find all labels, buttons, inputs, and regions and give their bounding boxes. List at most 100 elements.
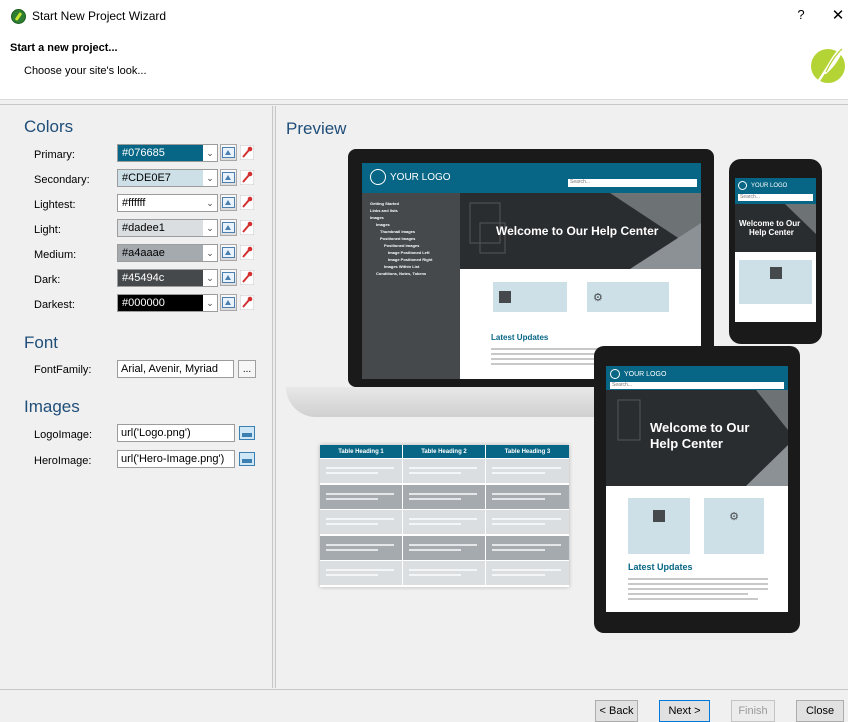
- checkbox-icon: [499, 291, 511, 303]
- site-logo-text: YOUR LOGO: [390, 171, 451, 183]
- body-text-line: [628, 588, 768, 590]
- cell-text-line: [409, 543, 477, 546]
- color-value: #000000: [122, 297, 165, 309]
- site-search: Search...: [568, 179, 697, 187]
- font-family-label: FontFamily:: [34, 364, 92, 376]
- tablet-hero-line-1: Welcome to Our: [650, 420, 750, 435]
- table-heading-2: Table Heading 2: [403, 445, 485, 458]
- eyedropper-icon[interactable]: [239, 219, 255, 236]
- cell-text-line: [409, 518, 477, 520]
- sidebar-link: Getting Started: [370, 201, 399, 206]
- hero-image-browse-icon[interactable]: [238, 450, 256, 468]
- title-bar: Start New Project Wizard ? ✕: [0, 0, 848, 32]
- gears-icon: ⚙: [729, 510, 739, 523]
- finish-button[interactable]: Finish: [731, 700, 775, 722]
- color-palette-icon[interactable]: [220, 269, 237, 286]
- panel-splitter[interactable]: [272, 106, 276, 688]
- table-heading-3: Table Heading 3: [486, 445, 569, 458]
- eyedropper-icon[interactable]: [239, 244, 255, 261]
- sidebar-link: Thumbnail Images: [380, 229, 416, 234]
- phone-logo: YOUR LOGO: [738, 181, 787, 190]
- table-heading-1: Table Heading 1: [320, 445, 402, 458]
- color-palette-icon[interactable]: [220, 294, 237, 311]
- logo-image-field[interactable]: url('Logo.png'): [117, 424, 235, 442]
- table-cell: [486, 510, 569, 534]
- eyedropper-icon[interactable]: [239, 294, 255, 311]
- close-window-button[interactable]: ✕: [830, 6, 846, 24]
- color-palette-icon[interactable]: [220, 144, 237, 161]
- table-cell: [320, 510, 402, 534]
- colors-heading: Colors: [24, 117, 74, 136]
- body-text-line: [628, 578, 768, 580]
- color-label: Secondary:: [34, 174, 90, 186]
- back-button[interactable]: < Back: [595, 700, 638, 722]
- next-button[interactable]: Next >: [659, 700, 710, 722]
- header-title: Start a new project...: [10, 42, 118, 54]
- body-text-line: [491, 363, 601, 365]
- sidebar-link: Links and lists: [370, 208, 398, 213]
- close-button[interactable]: Close: [796, 700, 844, 722]
- table-preview: Table Heading 1 Table Heading 2 Table He…: [320, 445, 569, 587]
- color-palette-icon[interactable]: [220, 194, 237, 211]
- cell-text-line: [492, 472, 545, 474]
- table-cell: [320, 459, 402, 483]
- sidebar-link: Image Positioned Left: [388, 250, 430, 255]
- cell-text-line: [492, 569, 561, 571]
- table-cell: [403, 561, 485, 585]
- chevron-down-icon[interactable]: ⌄: [203, 295, 217, 311]
- font-browse-button[interactable]: ...: [238, 360, 256, 378]
- tile-checklist: [493, 282, 567, 312]
- color-palette-icon[interactable]: [220, 219, 237, 236]
- cell-text-line: [492, 543, 561, 546]
- cell-text-line: [492, 497, 545, 500]
- cell-text-line: [409, 569, 477, 571]
- table-cell: [320, 561, 402, 585]
- color-palette-icon[interactable]: [220, 169, 237, 186]
- color-value: #45494c: [122, 272, 165, 284]
- color-value: #a4aaae: [122, 247, 165, 259]
- chevron-down-icon[interactable]: ⌄: [203, 220, 217, 236]
- eyedropper-icon[interactable]: [239, 169, 255, 186]
- tree-logo-icon: [738, 181, 747, 190]
- phone-preview: YOUR LOGO Search... Welcome to Our Help …: [735, 178, 816, 322]
- eyedropper-icon[interactable]: [239, 144, 255, 161]
- cell-text-line: [326, 574, 378, 576]
- table-cell: [403, 484, 485, 509]
- color-palette-icon[interactable]: [220, 244, 237, 261]
- site-logo: YOUR LOGO: [370, 169, 451, 185]
- cell-text-line: [409, 523, 461, 525]
- eyedropper-icon[interactable]: [239, 269, 255, 286]
- cell-text-line: [409, 574, 461, 576]
- font-heading: Font: [24, 333, 59, 352]
- logo-image-browse-icon[interactable]: [238, 424, 256, 442]
- checkbox-icon: [653, 510, 665, 522]
- chevron-down-icon[interactable]: ⌄: [203, 145, 217, 161]
- cell-text-line: [326, 569, 394, 571]
- phone-hero-heading: Welcome to Our Help Center: [739, 219, 800, 237]
- window-title: Start New Project Wizard: [32, 9, 167, 23]
- chevron-down-icon[interactable]: ⌄: [203, 245, 217, 261]
- eyedropper-icon[interactable]: [239, 194, 255, 211]
- hero-image-field[interactable]: url('Hero-Image.png'): [117, 450, 235, 468]
- chevron-down-icon[interactable]: ⌄: [203, 270, 217, 286]
- latest-updates-heading: Latest Updates: [491, 333, 549, 342]
- cell-text-line: [326, 548, 378, 551]
- chevron-down-icon[interactable]: ⌄: [203, 195, 217, 211]
- app-icon: [11, 9, 26, 24]
- cell-text-line: [409, 467, 477, 469]
- table-cell: [403, 510, 485, 534]
- cell-text-line: [326, 472, 378, 474]
- font-family-field[interactable]: Arial, Avenir, Myriad: [117, 360, 234, 378]
- phone-hero-line-2: Help Center: [749, 228, 794, 237]
- tablet-preview: YOUR LOGO Search... Welcome to Our Help …: [606, 366, 788, 612]
- body-text-line: [628, 598, 758, 600]
- phone-hero: Welcome to Our Help Center: [735, 204, 816, 252]
- phone-header-bar: YOUR LOGO Search...: [735, 178, 816, 204]
- sidebar-link: Positioned Images: [384, 243, 420, 248]
- tablet-hero-line-2: Help Center: [650, 436, 723, 451]
- color-value: #076685: [122, 147, 165, 159]
- cell-text-line: [492, 574, 545, 576]
- gears-icon: ⚙: [593, 291, 603, 304]
- chevron-down-icon[interactable]: ⌄: [203, 170, 217, 186]
- help-button[interactable]: ?: [793, 7, 809, 22]
